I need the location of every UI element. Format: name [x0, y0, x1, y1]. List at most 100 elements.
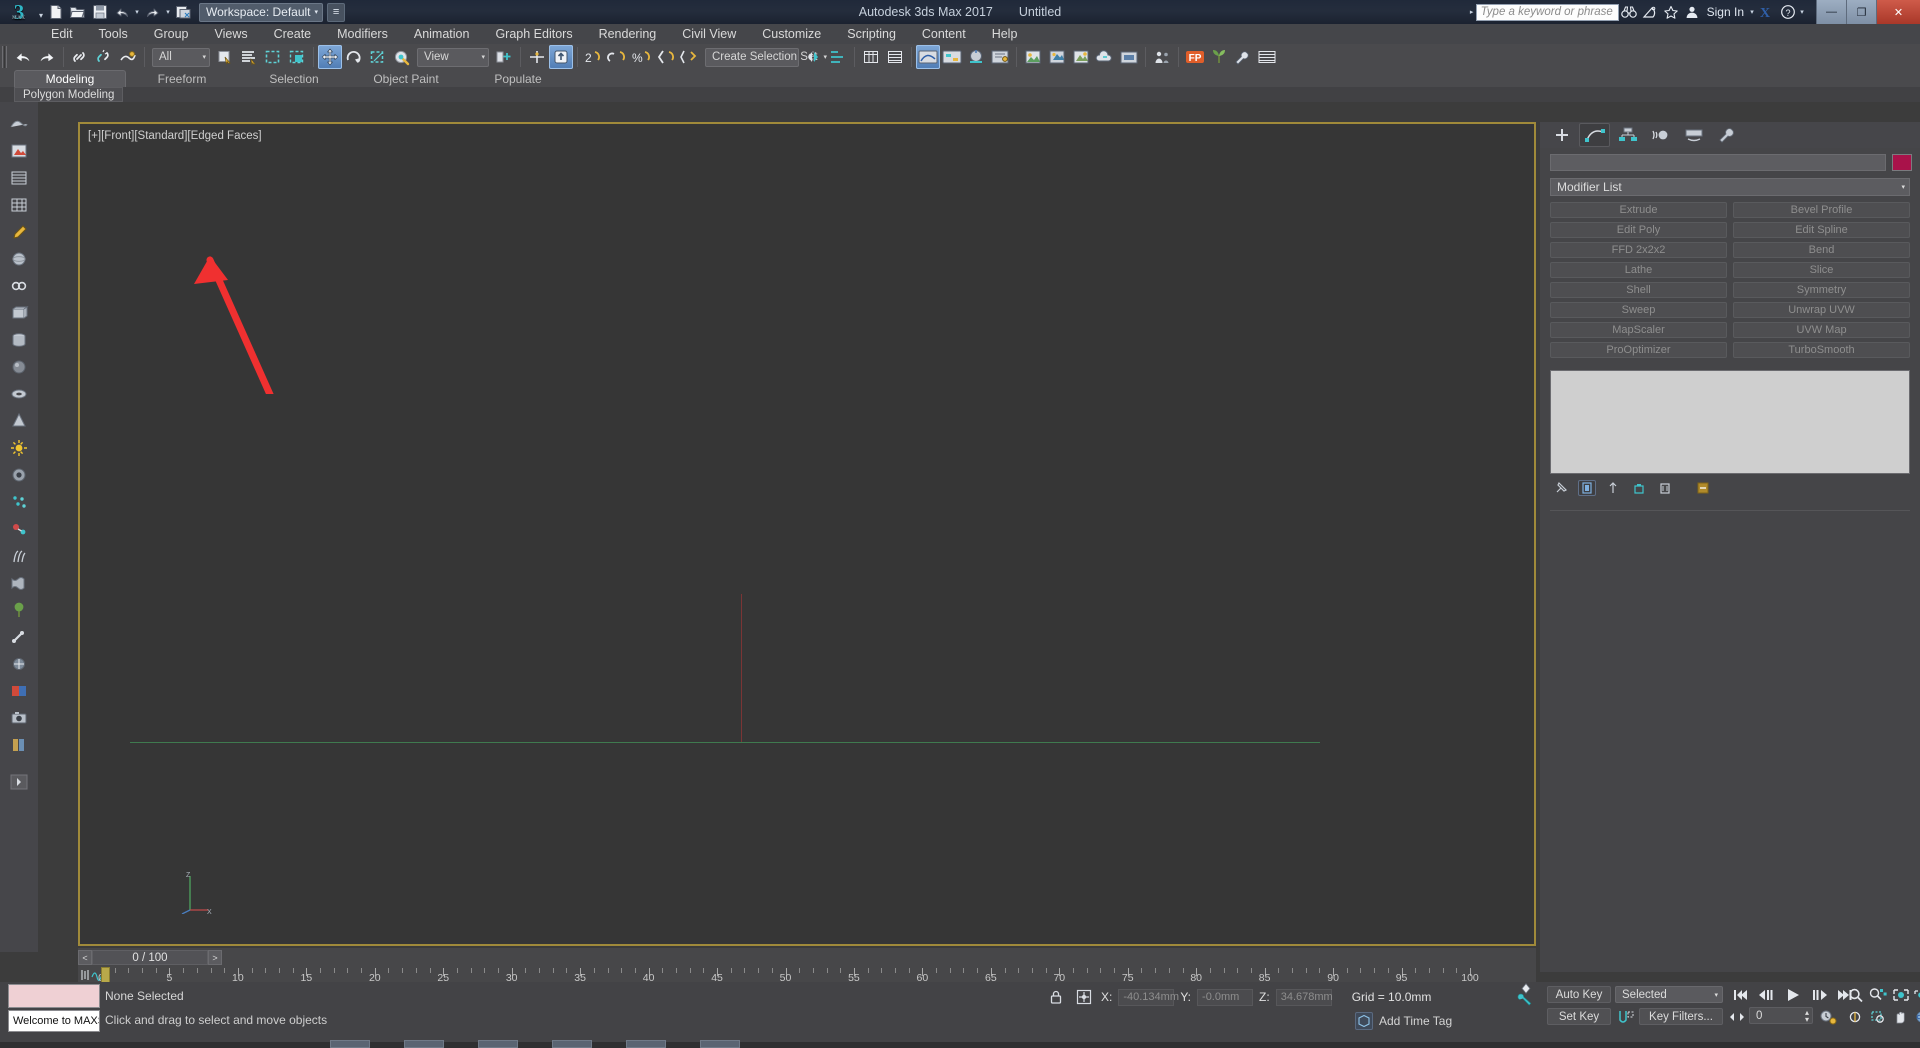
edit-named-selection-sets-icon[interactable]: [654, 45, 678, 69]
redo-toolbar-icon[interactable]: [35, 45, 59, 69]
populate-browser-icon[interactable]: [1150, 45, 1174, 69]
ribbon-tab-freeform[interactable]: Freeform: [126, 71, 238, 87]
bind-to-space-warp-icon[interactable]: [116, 45, 140, 69]
display-tab[interactable]: [1678, 123, 1709, 147]
curve-editor-icon[interactable]: [916, 45, 940, 69]
cylinder-primitive-icon[interactable]: [5, 328, 33, 352]
modifier-stack-list[interactable]: [1550, 370, 1910, 474]
rectangular-selection-region-icon[interactable]: [261, 45, 285, 69]
show-end-result-icon[interactable]: [1578, 480, 1596, 496]
timeline-ruler[interactable]: 0510152025303540455055606570758085909510…: [78, 967, 1536, 987]
torus-primitive-icon[interactable]: [5, 382, 33, 406]
new-scene-icon[interactable]: [45, 2, 66, 23]
taskbar-thumb[interactable]: [626, 1040, 666, 1048]
next-frame-icon[interactable]: [1808, 985, 1830, 1005]
absolute-relative-transform-icon[interactable]: [1073, 987, 1095, 1007]
ribbon-tab-populate[interactable]: Populate: [462, 71, 574, 87]
orbit-view-icon[interactable]: [1911, 1007, 1920, 1027]
modifier-button-shell[interactable]: Shell: [1550, 282, 1727, 298]
delete-modifier-icon[interactable]: [1656, 480, 1674, 496]
star-icon[interactable]: [1661, 0, 1682, 24]
window-crossing-toggle-icon[interactable]: [285, 45, 309, 69]
menu-item-create[interactable]: Create: [261, 24, 325, 44]
menu-item-civil-view[interactable]: Civil View: [669, 24, 749, 44]
select-and-manipulate-icon[interactable]: [525, 45, 549, 69]
time-configuration-icon[interactable]: [1817, 1007, 1839, 1027]
region-zoom-icon[interactable]: [1867, 1007, 1889, 1027]
search-expand-icon[interactable]: ▸: [1468, 8, 1476, 16]
modifier-button-extrude[interactable]: Extrude: [1550, 202, 1727, 218]
select-and-rotate-icon[interactable]: [342, 45, 366, 69]
shapes-panel-icon[interactable]: [5, 139, 33, 163]
table-view-icon[interactable]: [5, 193, 33, 217]
redo-icon[interactable]: [142, 2, 163, 23]
render-in-cloud-icon[interactable]: [1093, 45, 1117, 69]
user-account-icon[interactable]: [1682, 0, 1703, 24]
bones-icon[interactable]: [5, 625, 33, 649]
ribbon-tab-modeling[interactable]: Modeling: [14, 70, 126, 87]
modifier-button-uvw-map[interactable]: UVW Map: [1733, 322, 1910, 338]
menu-item-edit[interactable]: Edit: [38, 24, 86, 44]
taskbar-thumb[interactable]: [404, 1040, 444, 1048]
menu-item-customize[interactable]: Customize: [749, 24, 834, 44]
scene-explorer-icon[interactable]: [883, 45, 907, 69]
exchange-app-icon[interactable]: X: [1756, 0, 1777, 24]
menu-item-modifiers[interactable]: Modifiers: [324, 24, 401, 44]
render-setup-icon[interactable]: [988, 45, 1012, 69]
key-filters-toggle-icon[interactable]: [1615, 1007, 1637, 1027]
field-of-view-icon[interactable]: [1845, 1007, 1867, 1027]
use-pivot-point-center-icon[interactable]: [492, 45, 516, 69]
cone-primitive-icon[interactable]: [5, 409, 33, 433]
cloth-icon[interactable]: [5, 571, 33, 595]
set-key-button[interactable]: Set Key: [1547, 1008, 1611, 1025]
menu-item-content[interactable]: Content: [909, 24, 979, 44]
z-coordinate-field[interactable]: 34.678mm: [1275, 988, 1333, 1006]
polygon-modeling-icon[interactable]: [5, 112, 33, 136]
material-swatch-icon[interactable]: [5, 679, 33, 703]
select-and-move-icon[interactable]: [318, 45, 342, 69]
pin-stack-icon[interactable]: [1552, 480, 1570, 496]
help-icon[interactable]: ?: [1777, 0, 1798, 24]
modifier-button-turbosmooth[interactable]: TurboSmooth: [1733, 342, 1910, 358]
sphere-primitive-icon[interactable]: [5, 247, 33, 271]
zoom-viewport-icon[interactable]: [1845, 985, 1867, 1005]
make-unique-icon[interactable]: [1604, 480, 1622, 496]
menu-item-scripting[interactable]: Scripting: [834, 24, 909, 44]
layer-explorer-icon[interactable]: [859, 45, 883, 69]
taskbar-thumb[interactable]: [330, 1040, 370, 1048]
schematic-view-icon[interactable]: [940, 45, 964, 69]
physics-icon[interactable]: [5, 517, 33, 541]
select-object-icon[interactable]: [213, 45, 237, 69]
frame-display[interactable]: 0 / 100: [92, 950, 208, 965]
key-filters-button[interactable]: Key Filters...: [1639, 1008, 1723, 1025]
modifier-button-edit-poly[interactable]: Edit Poly: [1550, 222, 1727, 238]
modifier-list-dropdown[interactable]: Modifier List ▾: [1550, 178, 1910, 196]
render-production-icon[interactable]: [1045, 45, 1069, 69]
x-coordinate-field[interactable]: -40.134mm: [1118, 988, 1179, 1006]
object-color-swatch[interactable]: [1892, 154, 1912, 171]
paint-brush-icon[interactable]: [5, 220, 33, 244]
scene-converter-icon[interactable]: [1255, 45, 1279, 69]
satellite-dish-icon[interactable]: [1640, 0, 1661, 24]
percent-snap-toggle-icon[interactable]: [606, 45, 630, 69]
spinner-arrows-icon[interactable]: ▴ ▾: [1805, 1008, 1809, 1023]
unlink-selection-icon[interactable]: [92, 45, 116, 69]
sign-in-caret-icon[interactable]: ▾: [1748, 8, 1756, 16]
modifier-button-bend[interactable]: Bend: [1733, 242, 1910, 258]
redo-dropdown-icon[interactable]: ▾: [164, 8, 172, 16]
light-icon[interactable]: [5, 436, 33, 460]
help-caret-icon[interactable]: ▾: [1798, 8, 1806, 16]
book-library-icon[interactable]: [5, 733, 33, 757]
project-folder-icon[interactable]: [173, 2, 194, 23]
close-button[interactable]: ✕: [1876, 0, 1920, 24]
add-time-tag-group[interactable]: Add Time Tag: [1355, 1012, 1452, 1030]
taskbar-thumb[interactable]: [700, 1040, 740, 1048]
sign-in-button[interactable]: Sign In: [1703, 5, 1748, 19]
object-name-input[interactable]: [1550, 154, 1886, 171]
open-asset-tracking-icon[interactable]: [1117, 45, 1141, 69]
utilities-wrench-icon[interactable]: [1231, 45, 1255, 69]
render-iterative-icon[interactable]: [1069, 45, 1093, 69]
select-and-link-icon[interactable]: [68, 45, 92, 69]
taskbar-thumb[interactable]: [478, 1040, 518, 1048]
next-frame-button[interactable]: >: [208, 950, 222, 965]
